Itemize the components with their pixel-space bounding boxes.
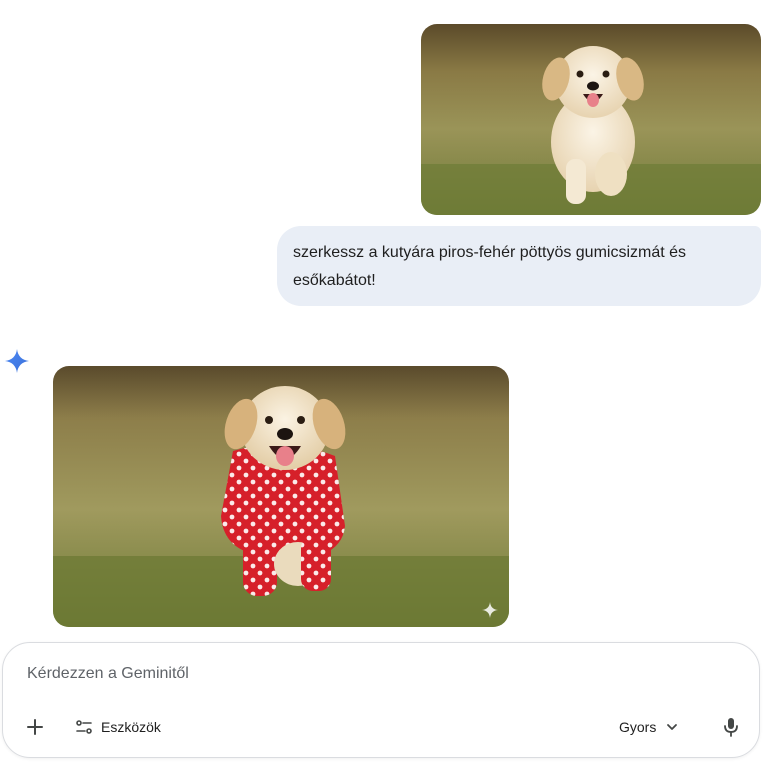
prompt-composer[interactable]: Kérdezzen a Geminitől Eszközök Gyors [2, 642, 760, 758]
microphone-button[interactable] [715, 711, 747, 743]
gemini-spark-icon [4, 348, 30, 374]
user-message-bubble: szerkessz a kutyára piros-fehér pöttyös … [277, 226, 761, 306]
tools-label: Eszközök [101, 719, 161, 735]
add-attachment-button[interactable] [19, 711, 51, 743]
mic-icon [723, 717, 739, 737]
generated-image[interactable] [53, 366, 509, 627]
sparkle-icon [481, 601, 499, 619]
chat-page: szerkessz a kutyára piros-fehér pöttyös … [0, 0, 782, 766]
tune-icon [75, 718, 93, 736]
chevron-down-icon [666, 721, 678, 733]
user-message-text: szerkessz a kutyára piros-fehér pöttyös … [293, 244, 687, 289]
mode-label: Gyors [619, 719, 657, 735]
plus-icon [26, 718, 44, 736]
model-mode-selector[interactable]: Gyors [611, 711, 686, 743]
tools-button[interactable]: Eszközök [67, 711, 169, 743]
prompt-input[interactable]: Kérdezzen a Geminitől [27, 665, 189, 683]
user-uploaded-image[interactable] [421, 24, 761, 215]
